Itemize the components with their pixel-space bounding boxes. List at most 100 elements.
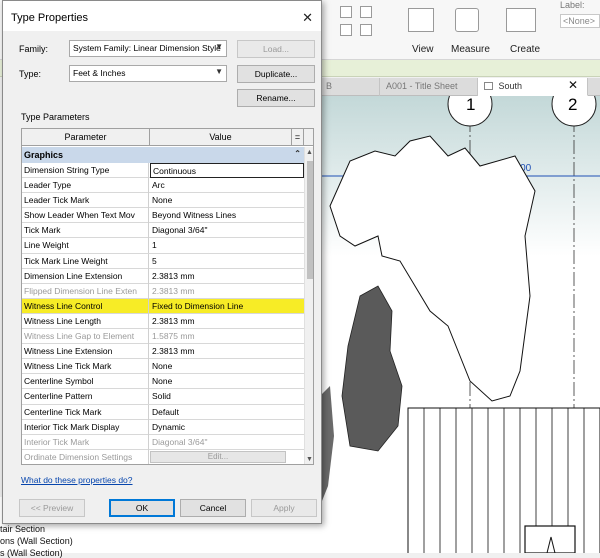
load-button[interactable]: Load...	[237, 40, 315, 58]
type-dropdown[interactable]: Feet & Inches ▼	[69, 65, 227, 82]
rock-shadow	[320, 386, 334, 506]
table-row[interactable]: Dimension Line Extension 2.3813 mm	[22, 268, 304, 284]
param-value[interactable]: 2.3813 mm	[150, 344, 304, 359]
browser-item[interactable]: tair Section	[0, 524, 45, 534]
ribbon-view-label[interactable]: View	[412, 44, 434, 55]
table-row: Interior Tick Mark Diagonal 3/64"	[22, 434, 304, 450]
table-row[interactable]: Line Weight 1	[22, 238, 304, 254]
param-value[interactable]: None	[150, 193, 304, 208]
measure-icon[interactable]	[455, 8, 479, 32]
param-name: Interior Tick Mark Display	[22, 419, 149, 435]
param-name: Ordinate Dimension Settings	[22, 449, 149, 464]
param-name: Tick Mark	[22, 223, 149, 239]
view-icon[interactable]	[408, 8, 434, 32]
dialog-titlebar[interactable]: Type Properties ✕	[3, 1, 321, 31]
table-row[interactable]: Leader Tick Mark None	[22, 193, 304, 209]
parameter-rows: Dimension String Type Continuous Leader T…	[22, 163, 304, 464]
view-tab-icon	[484, 82, 493, 90]
param-name: Interior Tick Mark	[22, 434, 149, 450]
type-parameters-label: Type Parameters	[21, 112, 90, 122]
table-row[interactable]: Interior Tick Mark Display Dynamic	[22, 419, 304, 435]
browser-item[interactable]: s (Wall Section)	[0, 548, 63, 558]
table-row[interactable]: Show Leader When Text Mov Beyond Witness …	[22, 208, 304, 224]
tab-title-sheet[interactable]: A001 - Title Sheet	[380, 78, 478, 96]
param-value: 2.3813 mm	[152, 285, 195, 296]
table-row[interactable]: Witness Line Length 2.3813 mm	[22, 313, 304, 330]
table-row[interactable]: Tick Mark Line Weight 5	[22, 253, 304, 269]
tab-view[interactable]: B	[320, 78, 380, 96]
browser-item[interactable]: ons (Wall Section)	[0, 536, 73, 546]
column-header-parameter[interactable]: Parameter	[22, 129, 150, 146]
help-link[interactable]: What do these properties do?	[21, 475, 133, 485]
ribbon-tool-icon[interactable]	[360, 24, 372, 36]
scrollbar-thumb[interactable]	[307, 161, 313, 279]
param-name: Witness Line Gap to Element	[22, 329, 149, 345]
column-header-formula[interactable]: =	[292, 129, 304, 146]
param-value[interactable]: None	[150, 374, 304, 389]
ribbon-create-label[interactable]: Create	[510, 44, 540, 55]
param-value[interactable]: Solid	[150, 389, 304, 404]
param-name: Dimension String Type	[22, 163, 149, 178]
ok-button[interactable]: OK	[109, 499, 175, 517]
table-row[interactable]: Leader Type Arc	[22, 178, 304, 194]
column-header-value[interactable]: Value	[150, 129, 292, 146]
table-row[interactable]: Centerline Pattern Solid	[22, 389, 304, 405]
collapse-icon[interactable]: ⌃	[294, 149, 301, 158]
label-field[interactable]: <None>	[560, 14, 600, 28]
param-value: 1.5875 mm	[152, 331, 195, 342]
param-value[interactable]: Diagonal 3/64"	[150, 223, 304, 238]
param-value: Diagonal 3/64"	[152, 436, 208, 447]
group-label: Graphics	[24, 150, 64, 160]
duplicate-button[interactable]: Duplicate...	[237, 65, 315, 83]
type-properties-dialog: Type Properties ✕ Family: System Family:…	[2, 0, 322, 524]
param-value-field[interactable]: Continuous	[150, 163, 304, 178]
param-name: Centerline Pattern	[22, 389, 149, 405]
param-value[interactable]: None	[150, 359, 304, 374]
rename-button[interactable]: Rename...	[237, 89, 315, 107]
apply-button[interactable]: Apply	[251, 499, 317, 517]
param-value[interactable]: Arc	[150, 178, 304, 193]
tab-label: A001 - Title Sheet	[386, 81, 458, 91]
table-row[interactable]: Tick Mark Diagonal 3/64"	[22, 223, 304, 239]
elevation-view-canvas[interactable]: 1 2 3000	[320, 96, 600, 553]
cancel-button[interactable]: Cancel	[180, 499, 246, 517]
table-row[interactable]: Witness Line Extension 2.3813 mm	[22, 344, 304, 360]
label-caption: Label:	[560, 0, 585, 10]
create-icon[interactable]	[506, 8, 536, 32]
grid-scrollbar[interactable]: ▲ ▼	[304, 147, 313, 464]
param-value[interactable]: Fixed to Dimension Line	[150, 299, 304, 314]
param-name: Flipped Dimension Line Exten	[22, 283, 149, 299]
scroll-up-icon[interactable]: ▲	[306, 149, 313, 156]
ribbon-tool-icon[interactable]	[360, 6, 372, 18]
close-icon[interactable]: ✕	[302, 10, 313, 26]
param-name: Witness Line Control	[22, 298, 149, 314]
table-row[interactable]: Witness Line Tick Mark None	[22, 359, 304, 375]
param-name: Leader Tick Mark	[22, 193, 149, 209]
type-value: Feet & Inches	[73, 68, 126, 78]
param-value[interactable]: 2.3813 mm	[150, 314, 304, 329]
table-row-highlighted[interactable]: Witness Line Control Fixed to Dimension L…	[22, 298, 304, 314]
param-name: Witness Line Length	[22, 313, 149, 329]
type-label: Type:	[19, 69, 42, 79]
param-value[interactable]: Dynamic	[150, 420, 304, 435]
grid-header: Parameter Value =	[22, 129, 313, 146]
ribbon-tool-icon[interactable]	[340, 6, 352, 18]
table-row[interactable]: Dimension String Type Continuous	[22, 163, 304, 179]
param-value[interactable]: Beyond Witness Lines	[150, 208, 304, 223]
family-dropdown[interactable]: System Family: Linear Dimension Style ▼	[69, 40, 227, 57]
group-row-graphics[interactable]: Graphics ⌃	[22, 147, 304, 163]
param-value[interactable]: 5	[150, 254, 304, 269]
ribbon-tool-icon[interactable]	[340, 24, 352, 36]
tab-label: South	[498, 81, 523, 91]
ribbon-measure-label[interactable]: Measure	[451, 44, 490, 55]
elevation-drawing: 1 2 3000	[320, 96, 600, 553]
table-row[interactable]: Centerline Symbol None	[22, 374, 304, 390]
table-row[interactable]: Centerline Tick Mark Default	[22, 404, 304, 420]
close-tab-icon[interactable]: ✕	[568, 78, 578, 92]
scroll-down-icon[interactable]: ▼	[306, 456, 313, 463]
param-value[interactable]: 2.3813 mm	[150, 269, 304, 284]
param-name: Tick Mark Line Weight	[22, 253, 149, 269]
preview-button[interactable]: << Preview	[19, 499, 85, 517]
param-value[interactable]: 1	[150, 238, 304, 253]
param-value[interactable]: Default	[150, 405, 304, 420]
